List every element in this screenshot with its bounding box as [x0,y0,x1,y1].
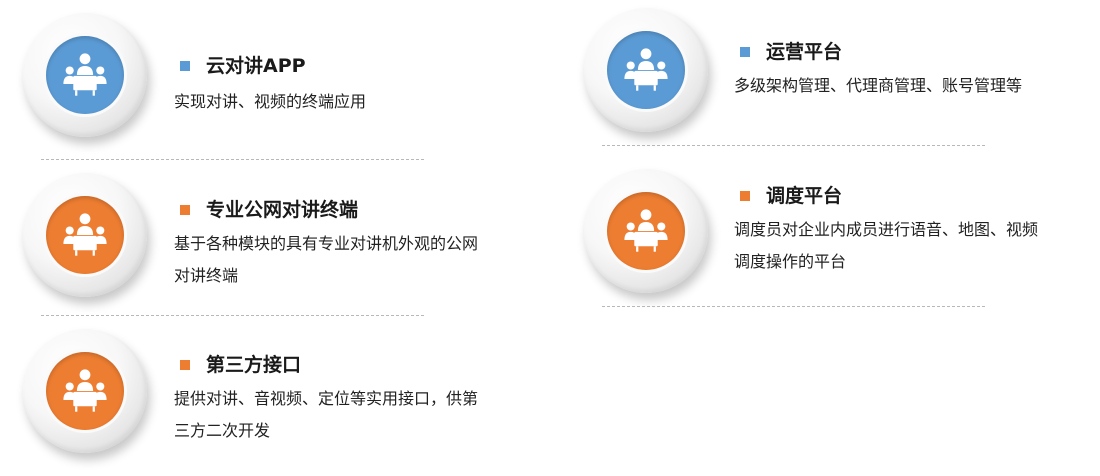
meeting-people-icon [58,364,112,418]
divider [41,315,424,316]
item-title: 运营平台 [766,41,843,63]
bullet-square [180,205,190,215]
item-heading: 运营平台 [740,40,842,64]
icon-badge [23,329,147,453]
badge-inner [46,36,124,114]
description-line: 实现对讲、视频的终端应用 [174,92,367,111]
item-title: 调度平台 [766,185,843,207]
item-title: 第三方接口 [206,354,302,376]
icon-badge [584,8,708,132]
description-line: 提供对讲、音视频、定位等实用接口，供第 [174,389,479,408]
item-description: 基于各种模块的具有专业对讲机外观的公网 对讲终端 [174,228,544,292]
icon-badge [584,169,708,293]
meeting-people-icon [619,43,673,97]
badge-inner [46,352,124,430]
badge-inner [607,192,685,270]
description-line: 对讲终端 [174,266,239,285]
item-description: 多级架构管理、代理商管理、账号管理等 [734,70,1094,102]
meeting-people-icon [58,48,112,102]
badge-inner [607,31,685,109]
description-line: 调度员对企业内成员进行语音、地图、视频 [734,220,1039,239]
meeting-people-icon [58,208,112,262]
badge-inner [46,196,124,274]
meeting-people-icon [619,204,673,258]
icon-badge [23,13,147,137]
description-line: 基于各种模块的具有专业对讲机外观的公网 [174,234,479,253]
item-heading: 调度平台 [740,184,842,208]
description-line: 调度操作的平台 [734,252,847,271]
description-line: 多级架构管理、代理商管理、账号管理等 [734,76,1023,95]
item-heading: 第三方接口 [180,353,301,377]
item-title: 云对讲APP [206,55,306,77]
bullet-square [180,360,190,370]
item-title: 专业公网对讲终端 [206,199,359,221]
bullet-square [740,191,750,201]
bullet-square [180,61,190,71]
icon-badge [23,173,147,297]
item-description: 提供对讲、音视频、定位等实用接口，供第 三方二次开发 [174,383,544,447]
item-description: 调度员对企业内成员进行语音、地图、视频 调度操作的平台 [734,214,1094,278]
item-description: 实现对讲、视频的终端应用 [174,86,534,118]
divider [602,306,985,307]
divider [41,159,424,160]
bullet-square [740,47,750,57]
item-heading: 专业公网对讲终端 [180,198,358,222]
divider [602,145,985,146]
item-heading: 云对讲APP [180,54,306,78]
description-line: 三方二次开发 [174,421,271,440]
